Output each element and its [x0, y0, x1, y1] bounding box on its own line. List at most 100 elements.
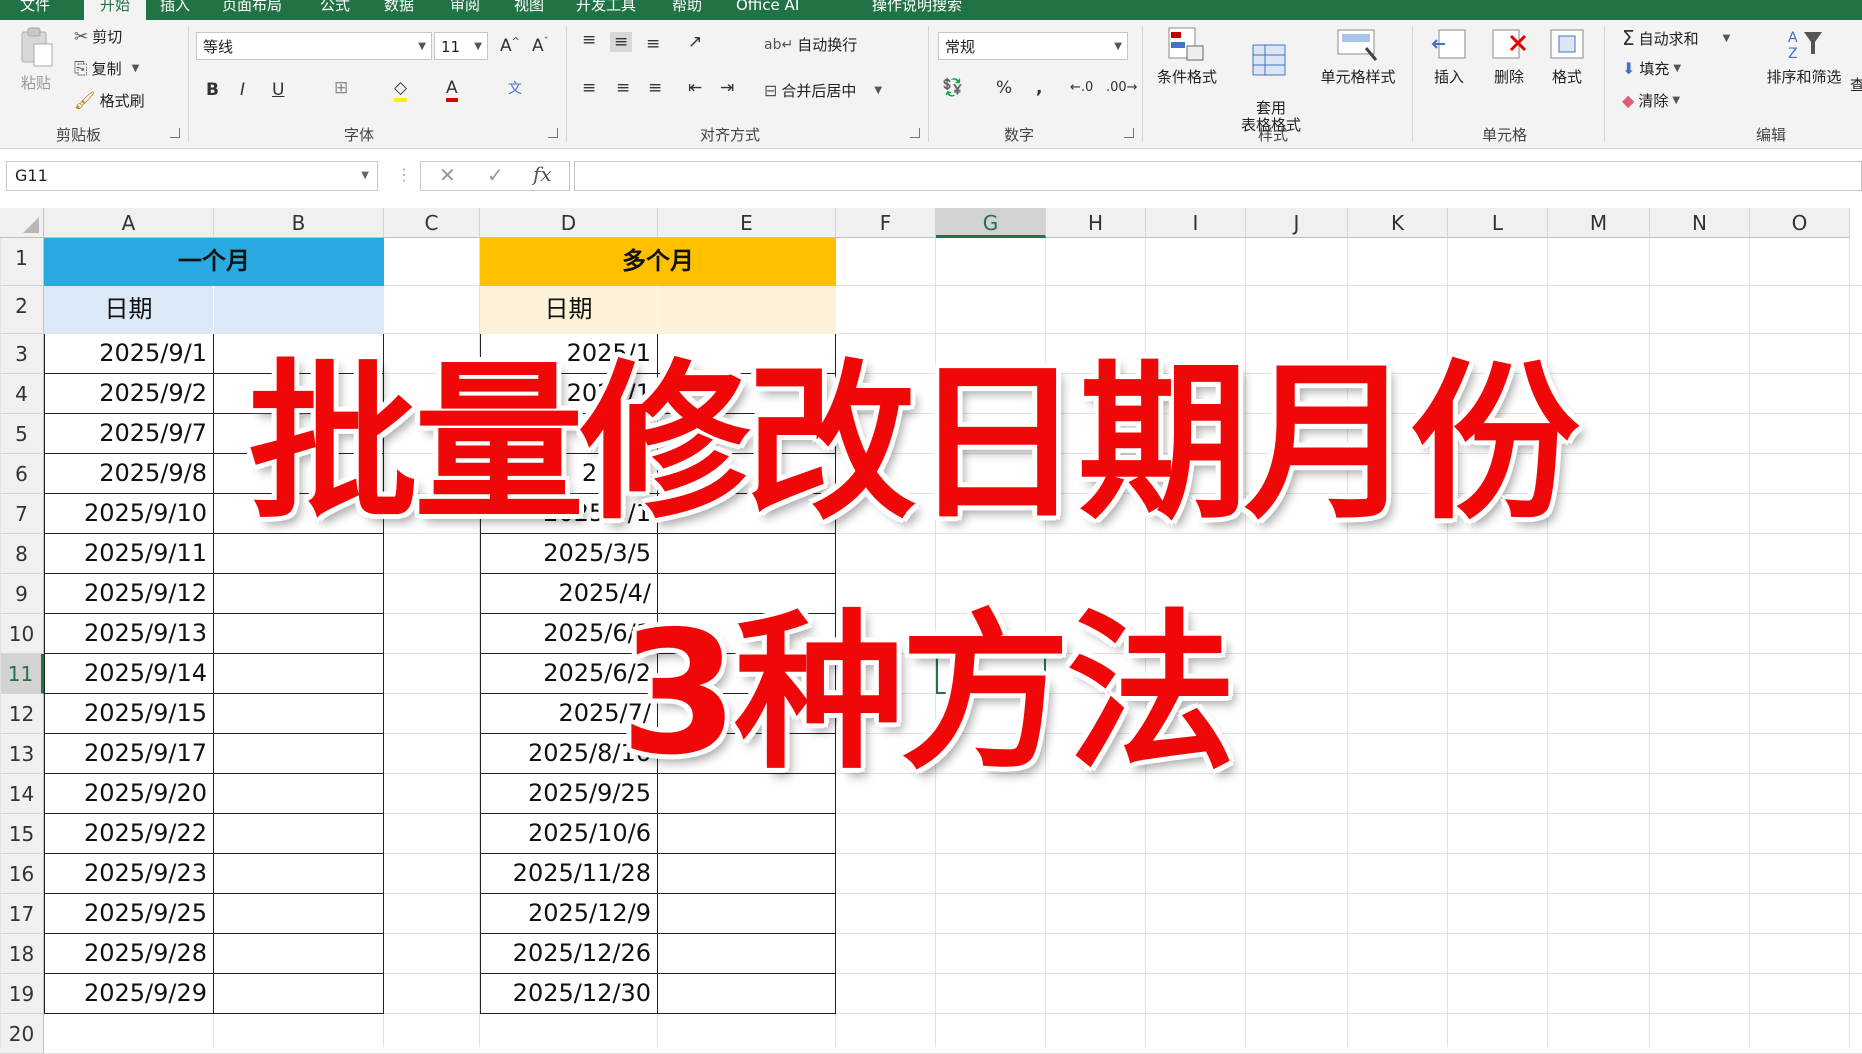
tab-insert[interactable]: 插入	[160, 0, 190, 20]
table-multi-month-date-cell[interactable]: 2025/11/28	[480, 854, 658, 894]
cut-button[interactable]: ✂ 剪切	[74, 26, 122, 47]
column-header-k[interactable]: K	[1348, 208, 1448, 238]
fill-color-icon[interactable]: ◇	[394, 78, 408, 102]
row-header-16[interactable]: 16	[0, 854, 44, 894]
table-one-month-date-cell[interactable]: 2025/9/11	[44, 534, 214, 574]
table-one-month-date-cell[interactable]: 2025/9/28	[44, 934, 214, 974]
number-launcher-icon[interactable]	[1124, 128, 1134, 138]
table-multi-month-empty-cell[interactable]	[658, 854, 836, 894]
tab-page-layout[interactable]: 页面布局	[222, 0, 282, 20]
decrease-indent-icon[interactable]: ⇤	[688, 78, 702, 98]
sort-filter-button[interactable]: A Z 排序和筛选	[1758, 26, 1850, 87]
align-middle-icon[interactable]: ≡	[610, 32, 633, 52]
table-multi-month-date-cell[interactable]: 2025/12/26	[480, 934, 658, 974]
table-multi-month-date-cell[interactable]: 2025/12/30	[480, 974, 658, 1014]
column-header-e[interactable]: E	[658, 208, 836, 238]
row-header-12[interactable]: 12	[0, 694, 44, 734]
table-one-month-empty-cell[interactable]	[214, 934, 384, 974]
column-header-b[interactable]: B	[214, 208, 384, 238]
row-header-8[interactable]: 8	[0, 534, 44, 574]
alignment-launcher-icon[interactable]	[910, 128, 920, 138]
autosum-button[interactable]: Σ 自动求和 ▼	[1622, 26, 1730, 50]
tab-data[interactable]: 数据	[384, 0, 414, 20]
tab-review[interactable]: 审阅	[450, 0, 480, 20]
tab-file[interactable]: 文件	[20, 0, 50, 20]
column-header-l[interactable]: L	[1448, 208, 1548, 238]
table-one-month-date-cell[interactable]: 2025/9/7	[44, 414, 214, 454]
font-color-icon[interactable]: A	[446, 78, 458, 102]
table-one-month-date-cell[interactable]: 2025/9/15	[44, 694, 214, 734]
table-one-month-date-cell[interactable]: 2025/9/2	[44, 374, 214, 414]
row-header-1[interactable]: 1	[0, 238, 44, 286]
table-one-month-date-cell[interactable]: 2025/9/1	[44, 334, 214, 374]
clear-button[interactable]: ◆ 清除 ▼	[1622, 90, 1680, 111]
column-header-j[interactable]: J	[1246, 208, 1348, 238]
column-header-h[interactable]: H	[1046, 208, 1146, 238]
row-header-11[interactable]: 11	[0, 654, 44, 694]
delete-cells-button[interactable]: 删除	[1484, 26, 1534, 87]
format-cells-button[interactable]: 格式	[1544, 26, 1590, 87]
column-header-o[interactable]: O	[1750, 208, 1850, 238]
align-bottom-icon[interactable]: ≡	[646, 34, 660, 54]
cancel-icon[interactable]: ✕	[439, 163, 456, 187]
table-one-month-date-cell[interactable]: 2025/9/8	[44, 454, 214, 494]
decrease-font-icon[interactable]: Aˇ	[532, 36, 549, 56]
table-one-month-empty-cell[interactable]	[214, 814, 384, 854]
font-name-select[interactable]: 等线 ▼	[196, 32, 432, 60]
table-multi-month-empty-cell[interactable]	[658, 934, 836, 974]
table-one-month-empty-cell[interactable]	[214, 654, 384, 694]
tab-tell-me[interactable]: 操作说明搜索	[872, 0, 962, 20]
column-header-f[interactable]: F	[836, 208, 936, 238]
increase-font-icon[interactable]: A^	[500, 36, 520, 56]
table-one-month-date-cell[interactable]: 2025/9/13	[44, 614, 214, 654]
column-header-c[interactable]: C	[384, 208, 480, 238]
cell-styles-button[interactable]: 单元格样式	[1314, 26, 1402, 87]
table-one-month-empty-cell[interactable]	[214, 614, 384, 654]
merge-center-button[interactable]: ⊟ 合并后居中 ▼	[764, 80, 882, 101]
align-top-icon[interactable]: ≡	[582, 30, 596, 50]
table-one-month-date-cell[interactable]: 2025/9/14	[44, 654, 214, 694]
tab-help[interactable]: 帮助	[672, 0, 702, 20]
italic-icon[interactable]: I	[240, 80, 245, 100]
decrease-decimal-icon[interactable]: .00→	[1106, 80, 1138, 95]
table-one-month-date-cell[interactable]: 2025/9/12	[44, 574, 214, 614]
conditional-format-button[interactable]: 条件格式	[1152, 26, 1222, 87]
table-one-month-date-cell[interactable]: 2025/9/23	[44, 854, 214, 894]
column-header-m[interactable]: M	[1548, 208, 1650, 238]
comma-icon[interactable]: ,	[1036, 78, 1042, 98]
format-as-table-button[interactable]: 套用 表格格式	[1234, 26, 1308, 134]
copy-button[interactable]: ⎘ 复制 ▼	[74, 58, 139, 79]
font-launcher-icon[interactable]	[548, 128, 558, 138]
table-one-month-empty-cell[interactable]	[214, 974, 384, 1014]
row-header-15[interactable]: 15	[0, 814, 44, 854]
table-one-month-empty-cell[interactable]	[214, 894, 384, 934]
column-header-g[interactable]: G	[936, 208, 1046, 238]
row-header-14[interactable]: 14	[0, 774, 44, 814]
table-multi-month-empty-cell[interactable]	[658, 974, 836, 1014]
enter-icon[interactable]: ✓	[487, 163, 504, 187]
row-header-6[interactable]: 6	[0, 454, 44, 494]
table-one-month-date-cell[interactable]: 2025/9/20	[44, 774, 214, 814]
row-header-2[interactable]: 2	[0, 286, 44, 334]
row-header-18[interactable]: 18	[0, 934, 44, 974]
tab-home[interactable]: 开始	[84, 0, 147, 20]
table-one-month-empty-cell[interactable]	[214, 854, 384, 894]
table-multi-month-empty-cell[interactable]	[658, 894, 836, 934]
name-box[interactable]: G11 ▼	[6, 161, 378, 191]
row-header-20[interactable]: 20	[0, 1014, 44, 1054]
phonetic-icon[interactable]: 文	[508, 78, 522, 98]
find-select-button[interactable]: 查	[1850, 74, 1862, 95]
row-header-19[interactable]: 19	[0, 974, 44, 1014]
column-header-a[interactable]: A	[44, 208, 214, 238]
currency-icon[interactable]: 💱	[942, 78, 963, 98]
select-all-button[interactable]	[0, 208, 44, 238]
table-multi-month-empty-cell[interactable]	[658, 814, 836, 854]
fill-button[interactable]: ⬇ 填充 ▼	[1622, 58, 1681, 79]
row-header-4[interactable]: 4	[0, 374, 44, 414]
border-icon[interactable]: ⊞	[334, 78, 348, 98]
row-header-10[interactable]: 10	[0, 614, 44, 654]
tab-view[interactable]: 视图	[514, 0, 544, 20]
number-format-select[interactable]: 常规 ▼	[938, 32, 1128, 60]
table-one-month-date-cell[interactable]: 2025/9/17	[44, 734, 214, 774]
increase-indent-icon[interactable]: ⇥	[720, 78, 734, 98]
